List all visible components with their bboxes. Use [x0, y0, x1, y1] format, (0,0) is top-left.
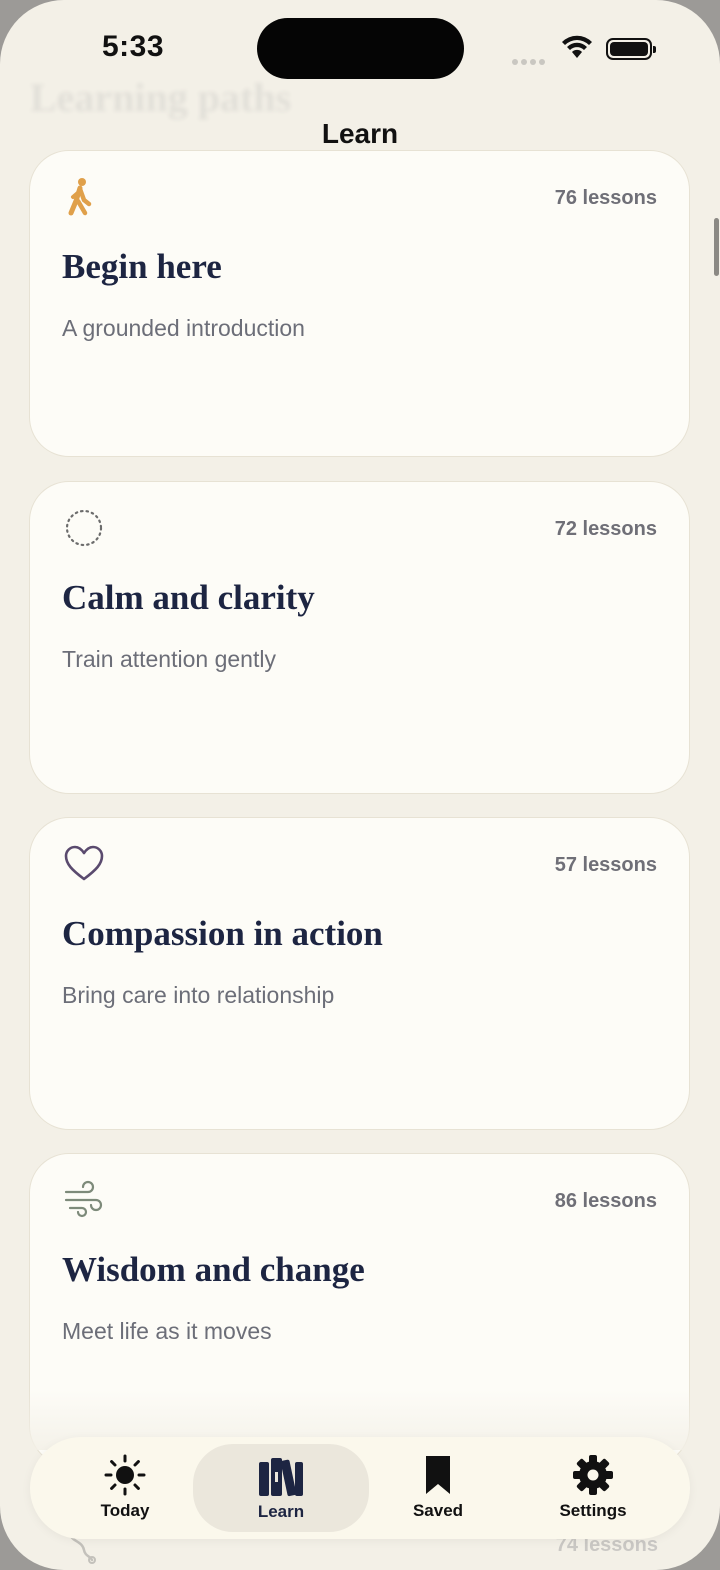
path-card-compassion-in-action[interactable]: 57 lessons Compassion in action Bring ca… — [29, 817, 690, 1130]
walking-person-icon — [62, 175, 106, 219]
battery-icon — [606, 38, 656, 60]
path-subtitle: Meet life as it moves — [62, 1318, 272, 1344]
path-title: Compassion in action — [62, 914, 383, 953]
wind-icon — [62, 1178, 106, 1222]
dynamic-island — [257, 18, 464, 79]
books-icon — [193, 1454, 369, 1498]
gear-icon — [513, 1453, 673, 1497]
phone-screen: 5:33 Learning paths Learn 76 lessons Beg… — [0, 0, 720, 1570]
wifi-icon — [562, 35, 592, 58]
path-subtitle: A grounded introduction — [62, 315, 305, 341]
lesson-count: 57 lessons — [554, 854, 657, 876]
path-title: Begin here — [62, 247, 222, 286]
tab-label: Settings — [559, 1501, 627, 1520]
status-time: 5:33 — [102, 30, 165, 63]
large-title-background: Learning paths — [30, 75, 292, 120]
tab-today[interactable]: Today — [45, 1437, 205, 1539]
path-subtitle: Train attention gently — [62, 646, 276, 672]
scrollbar[interactable] — [714, 218, 719, 276]
heart-icon — [62, 842, 106, 886]
lesson-count: 76 lessons — [554, 187, 657, 209]
cellular-signal-icon — [512, 52, 550, 65]
tab-bar: Today Learn Saved Settings — [30, 1437, 690, 1539]
path-title: Calm and clarity — [62, 578, 315, 617]
dotted-circle-icon — [62, 506, 106, 550]
path-subtitle: Bring care into relationship — [62, 982, 335, 1008]
lesson-count: 86 lessons — [554, 1190, 657, 1212]
sun-icon — [45, 1453, 205, 1497]
path-card-calm-and-clarity[interactable]: 72 lessons Calm and clarity Train attent… — [29, 481, 690, 794]
tab-settings[interactable]: Settings — [513, 1437, 673, 1539]
bookmark-icon — [358, 1453, 518, 1497]
page-title: Learn — [321, 118, 399, 149]
tab-label: Today — [100, 1501, 150, 1520]
tab-learn[interactable]: Learn — [193, 1444, 369, 1532]
tab-saved[interactable]: Saved — [358, 1437, 518, 1539]
tab-label: Saved — [412, 1501, 464, 1520]
tab-label: Learn — [257, 1502, 305, 1521]
lesson-count: 72 lessons — [554, 518, 657, 540]
path-card-begin-here[interactable]: 76 lessons Begin here A grounded introdu… — [29, 150, 690, 457]
path-title: Wisdom and change — [62, 1250, 365, 1289]
